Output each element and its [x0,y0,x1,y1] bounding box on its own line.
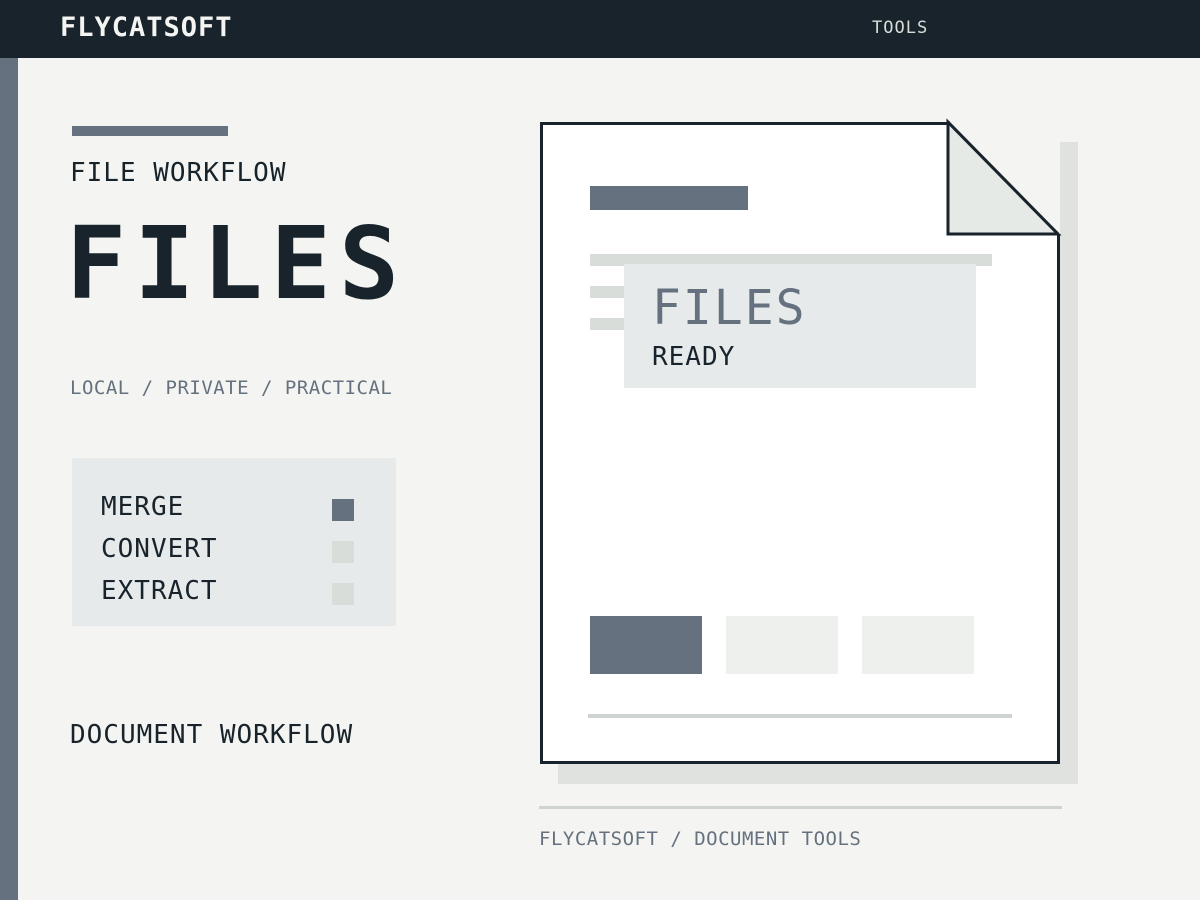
document-action-block[interactable] [590,616,702,674]
tagline: LOCAL / PRIVATE / PRACTICAL [70,377,393,399]
brand-logo[interactable]: FLYCATSOFT [60,12,233,43]
nav-tools-link[interactable]: TOOLS [872,18,928,38]
document-divider [588,714,1012,718]
document-action-block[interactable] [862,616,974,674]
document-action-block[interactable] [726,616,838,674]
section-footer-label: DOCUMENT WORKFLOW [70,720,354,750]
top-bar: FLYCATSOFT TOOLS [0,0,1200,58]
page-title: FILES [66,205,408,322]
status-card: FILES READY [624,264,976,388]
status-label: READY [652,342,736,372]
document-heading-placeholder [590,186,748,210]
operation-checkbox[interactable] [332,583,354,605]
accent-bar [72,126,228,136]
operations-panel: MERGE CONVERT EXTRACT [72,458,396,626]
side-accent-stripe [0,58,18,900]
operation-label: EXTRACT [101,576,218,606]
operation-checkbox[interactable] [332,499,354,521]
eyebrow-label: FILE WORKFLOW [70,158,287,188]
status-title: FILES [652,280,807,336]
operation-item-convert[interactable]: CONVERT [101,534,371,566]
caption-divider [539,806,1062,809]
operation-item-extract[interactable]: EXTRACT [101,576,371,608]
operation-label: MERGE [101,492,185,522]
operation-item-merge[interactable]: MERGE [101,492,371,524]
caption: FLYCATSOFT / DOCUMENT TOOLS [539,828,862,850]
operation-label: CONVERT [101,534,218,564]
operation-checkbox[interactable] [332,541,354,563]
page-fold-icon [946,118,1062,236]
